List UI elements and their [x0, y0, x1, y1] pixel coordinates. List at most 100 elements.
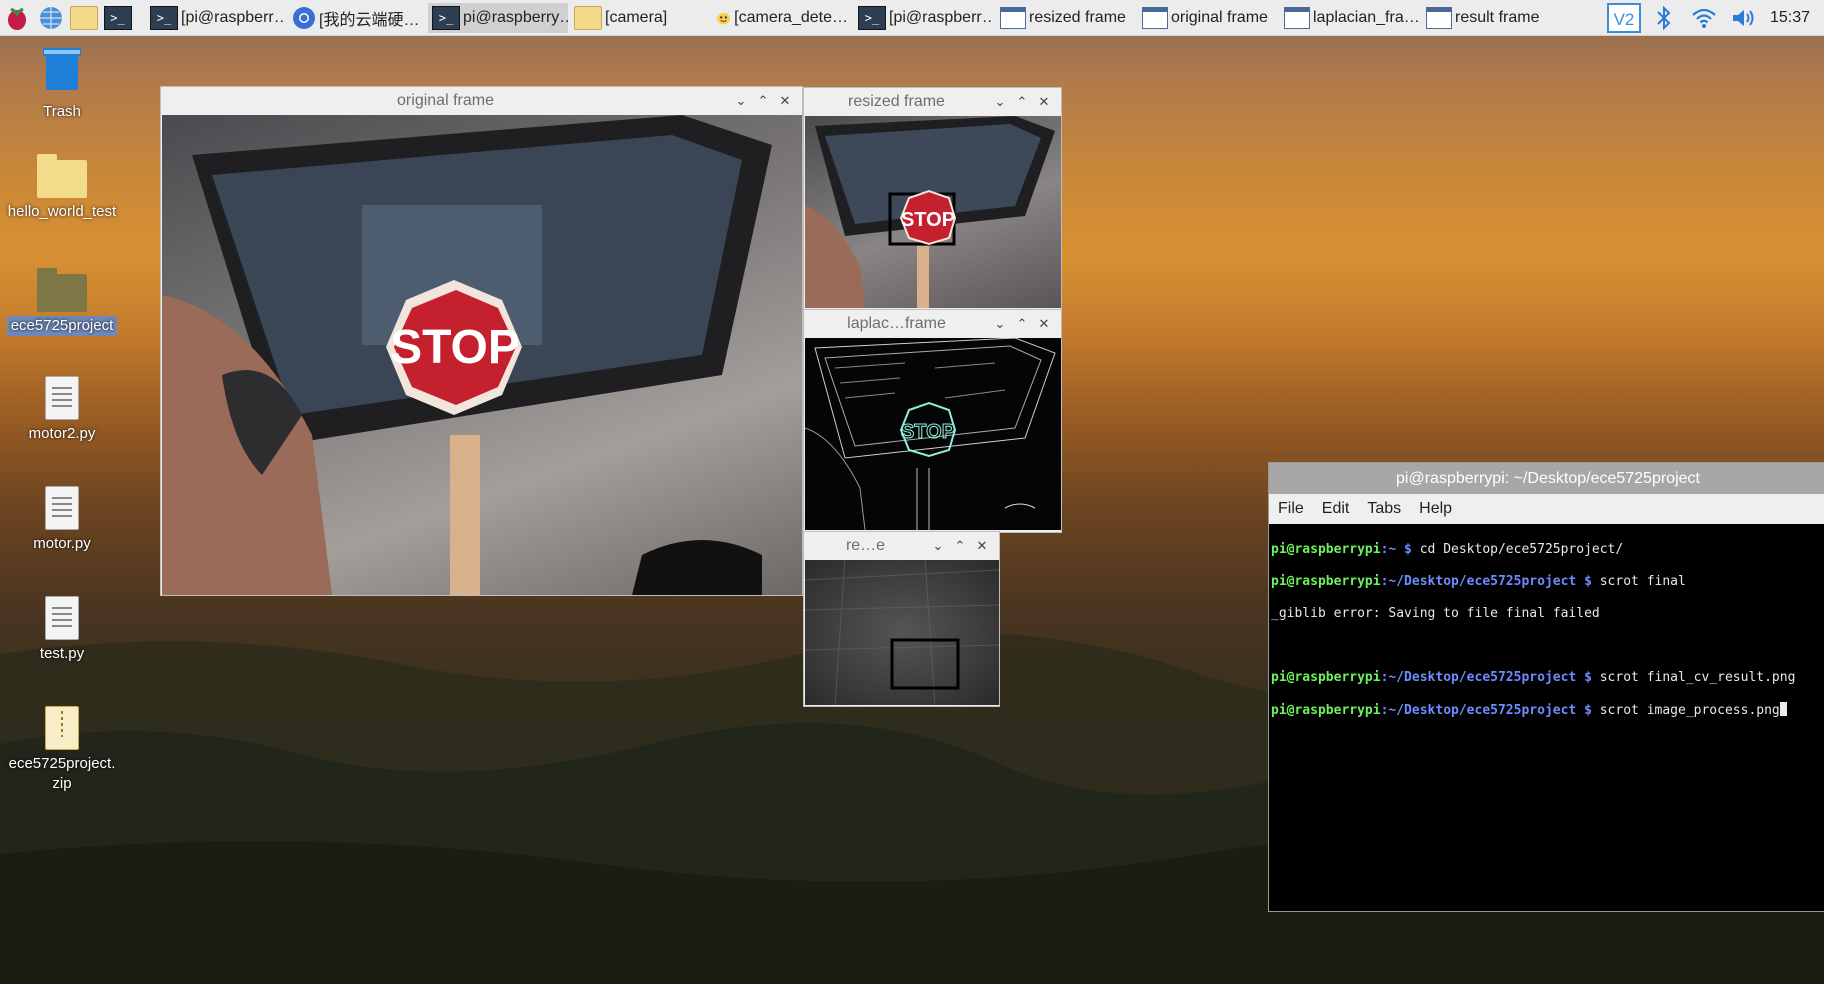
- window-laplacian-frame[interactable]: laplac…frame ⌄ ⌃ ✕ STOP: [803, 309, 1062, 533]
- trash-icon: [43, 48, 81, 90]
- prompt-path: :~/Desktop/ece5725project $: [1380, 670, 1592, 685]
- thonny-icon: [717, 12, 730, 24]
- folder-icon: [69, 5, 98, 30]
- desktop-icon-test-py[interactable]: test.py: [7, 596, 117, 664]
- terminal-icon: >_: [432, 5, 460, 30]
- wifi-button[interactable]: [1684, 0, 1724, 36]
- window-title: re…e: [845, 536, 886, 554]
- taskbar-item-camera-folder[interactable]: [camera]: [570, 3, 710, 33]
- edge-detection-scene: STOP: [805, 338, 1056, 530]
- desktop-icon-trash[interactable]: Trash: [7, 44, 117, 122]
- taskbar-item-terminal-active[interactable]: >_ pi@raspberry…: [428, 2, 568, 33]
- window-resized-frame[interactable]: resized frame ⌄ ⌃ ✕ STOP: [803, 87, 1062, 311]
- window-result-frame[interactable]: re…e ⌄ ⌃ ✕: [803, 531, 1000, 707]
- taskbar-item-terminal-1[interactable]: >_ [pi@raspberr…: [146, 3, 286, 33]
- terminal-line: _giblib error: Saving to file final fail…: [1271, 606, 1824, 622]
- menu-file[interactable]: File: [1269, 500, 1313, 518]
- close-icon[interactable]: ✕: [774, 93, 796, 109]
- menu-edit[interactable]: Edit: [1313, 500, 1359, 518]
- taskbar-item-result-frame[interactable]: result frame: [1422, 3, 1562, 33]
- taskbar-item-label: original frame: [1171, 8, 1268, 26]
- close-icon[interactable]: ✕: [971, 538, 993, 554]
- terminal-line: pi@raspberrypi:~/Desktop/ece5725project …: [1271, 702, 1824, 719]
- result-scene: [805, 560, 999, 705]
- desktop-icon-ece5725project-zip[interactable]: ece5725project.zip: [7, 706, 117, 794]
- terminal-icon: >_: [858, 5, 886, 30]
- window-titlebar[interactable]: resized frame ⌄ ⌃ ✕: [804, 88, 1061, 115]
- minimize-icon[interactable]: ⌄: [989, 94, 1011, 110]
- clock: 15:37: [1769, 9, 1810, 26]
- camera-frame-resized: STOP: [805, 116, 1061, 308]
- menu-help[interactable]: Help: [1410, 500, 1461, 518]
- command-text: cd Desktop/ece5725project/: [1411, 542, 1624, 557]
- command-text: scrot final: [1591, 574, 1686, 589]
- volume-button[interactable]: [1724, 0, 1764, 36]
- window-icon: [1000, 6, 1026, 29]
- chrome-icon: [293, 6, 315, 29]
- window-titlebar[interactable]: laplac…frame ⌄ ⌃ ✕: [804, 310, 1061, 337]
- terminal-output[interactable]: pi@raspberrypi :~ $ cd Desktop/ece5725pro…: [1269, 524, 1824, 753]
- minimize-icon[interactable]: ⌄: [730, 93, 752, 109]
- bluetooth-button[interactable]: [1644, 0, 1684, 36]
- maximize-icon[interactable]: ⌃: [1011, 316, 1033, 332]
- minimize-icon[interactable]: ⌄: [989, 316, 1011, 332]
- taskbar-item-terminal-2[interactable]: >_ [pi@raspberr…: [854, 3, 994, 33]
- taskbar-item-original-frame[interactable]: original frame: [1138, 3, 1278, 33]
- maximize-icon[interactable]: ⌃: [949, 538, 971, 554]
- menu-tabs[interactable]: Tabs: [1358, 500, 1410, 518]
- file-manager-launcher[interactable]: [68, 0, 102, 36]
- window-titlebar[interactable]: re…e ⌄ ⌃ ✕: [804, 532, 999, 559]
- minimize-icon[interactable]: ⌄: [927, 538, 949, 554]
- close-icon[interactable]: ✕: [1033, 94, 1055, 110]
- prompt-path: :~/Desktop/ece5725project $: [1380, 574, 1592, 589]
- desktop-icon-label: Trash: [43, 103, 81, 120]
- window-title: original frame: [397, 91, 494, 109]
- window-titlebar[interactable]: original frame ⌄ ⌃ ✕: [161, 87, 802, 114]
- taskbar-item-laplacian-frame[interactable]: laplacian_fra…: [1280, 3, 1420, 33]
- taskbar-item-label: [我的云端硬…: [319, 11, 420, 29]
- folder-icon: [37, 268, 87, 312]
- terminal-window[interactable]: pi@raspberrypi: ~/Desktop/ece5725project…: [1268, 462, 1824, 912]
- maximize-icon[interactable]: ⌃: [1011, 94, 1033, 110]
- desktop-icon-hello-world-test[interactable]: hello_world_test: [7, 154, 117, 222]
- taskbar-item-label: laplacian_fra…: [1313, 8, 1420, 26]
- desktop-icon-ece5725project[interactable]: ece5725project: [7, 268, 117, 336]
- desktop-icon-motor-py[interactable]: motor.py: [7, 486, 117, 554]
- maximize-icon[interactable]: ⌃: [752, 93, 774, 109]
- prompt-user: pi@raspberrypi: [1271, 703, 1381, 718]
- window-icon: [1142, 6, 1168, 29]
- window-original-frame[interactable]: original frame ⌄ ⌃ ✕ STOP: [160, 86, 803, 596]
- prompt-path: :~ $: [1380, 542, 1412, 557]
- stop-sign-text: STOP: [390, 321, 520, 374]
- vnc-button[interactable]: V2: [1604, 0, 1644, 36]
- taskbar-item-thonny[interactable]: [camera_dete…: [712, 3, 852, 33]
- text-cursor: [1779, 702, 1787, 716]
- command-text: scrot image_process.png: [1591, 703, 1780, 718]
- zip-icon: [45, 706, 79, 750]
- web-browser-launcher[interactable]: [34, 0, 68, 36]
- stop-sign-text: STOP: [901, 421, 955, 443]
- terminal-titlebar[interactable]: pi@raspberrypi: ~/Desktop/ece5725project: [1269, 463, 1824, 494]
- volume-icon: [1732, 10, 1754, 26]
- terminal-icon: >_: [103, 5, 132, 30]
- desktop-icon-motor2-py[interactable]: motor2.py: [7, 376, 117, 444]
- window-title: laplac…frame: [847, 314, 946, 332]
- close-icon[interactable]: ✕: [1033, 316, 1055, 332]
- desktop-icon-label: hello_world_test: [7, 203, 117, 220]
- bluetooth-icon: [1657, 5, 1671, 31]
- stop-sign-scene: STOP: [805, 116, 1055, 308]
- prompt-user: pi@raspberrypi: [1271, 574, 1381, 589]
- document-icon: [45, 596, 79, 640]
- taskbar-item-resized-frame[interactable]: resized frame: [996, 3, 1136, 33]
- taskbar-item-label: result frame: [1455, 8, 1540, 26]
- stop-sign-scene: STOP: [162, 115, 772, 595]
- taskbar-item-label: pi@raspberry…: [463, 8, 568, 26]
- svg-text:V2: V2: [1614, 10, 1635, 29]
- taskbar-item-chrome[interactable]: [我的云端硬…: [288, 3, 426, 33]
- vnc-icon: V2: [1606, 3, 1641, 33]
- terminal-line: pi@raspberrypi:~/Desktop/ece5725project …: [1271, 574, 1824, 590]
- raspberry-menu-button[interactable]: [0, 0, 34, 36]
- terminal-launcher[interactable]: >_: [102, 0, 136, 36]
- prompt-path: :~/Desktop/ece5725project $: [1380, 703, 1592, 718]
